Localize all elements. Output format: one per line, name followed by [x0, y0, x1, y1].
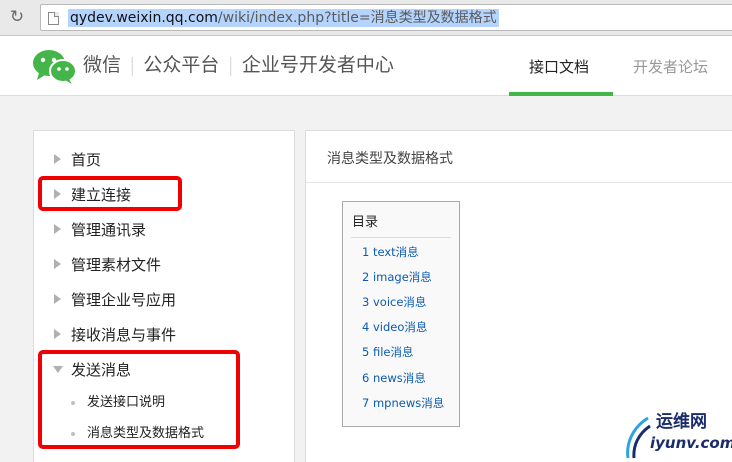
tab-docs[interactable]: 接口文档	[529, 56, 589, 78]
address-bar[interactable]: qydev.weixin.qq.com/wiki/index.php?title…	[40, 4, 732, 31]
sidebar-item-contacts[interactable]: 管理通讯录	[34, 217, 294, 243]
toc-link-file[interactable]: 5 file消息	[362, 344, 414, 360]
sidebar-item-label: 接收消息与事件	[71, 326, 177, 344]
toc-link-video[interactable]: 4 video消息	[362, 319, 427, 335]
watermark: 运维网 iyunv.com	[616, 410, 732, 462]
toc-link-text[interactable]: 1 text消息	[362, 244, 419, 260]
reload-icon[interactable]: ↻	[6, 6, 28, 28]
expand-arrow-icon	[54, 154, 61, 164]
highlight-box-send	[38, 350, 240, 449]
browser-toolbar: ↻ qydev.weixin.qq.com/wiki/index.php?tit…	[0, 0, 732, 36]
page-title: 消息类型及数据格式	[327, 151, 453, 167]
toc-link-news[interactable]: 6 news消息	[362, 370, 426, 386]
expand-arrow-icon	[54, 294, 61, 304]
divider	[351, 237, 451, 238]
page-icon	[48, 12, 59, 25]
brand-separator: |	[129, 54, 136, 76]
watermark-line2: iyunv.com	[650, 434, 732, 452]
sidebar: 首页 建立连接 管理通讯录 管理素材文件 管理企业号应用 接收消息与事件 发送消…	[33, 130, 295, 462]
toc-title: 目录	[352, 215, 379, 230]
watermark-line1: 运维网	[656, 412, 707, 432]
toc-link-mpnews[interactable]: 7 mpnews消息	[362, 395, 444, 411]
sidebar-item-home[interactable]: 首页	[34, 147, 294, 173]
expand-arrow-icon	[54, 224, 61, 234]
brand-enterprise[interactable]: 企业号开发者中心	[242, 54, 394, 76]
brand-separator: |	[227, 54, 234, 76]
sidebar-item-receive[interactable]: 接收消息与事件	[34, 322, 294, 348]
brand-platform[interactable]: 公众平台	[143, 54, 219, 76]
sidebar-item-label: 管理素材文件	[71, 256, 162, 274]
sidebar-item-media[interactable]: 管理素材文件	[34, 252, 294, 278]
site-header: 微信 | 公众平台 | 企业号开发者中心 接口文档 开发者论坛	[0, 36, 732, 96]
url-text[interactable]: qydev.weixin.qq.com/wiki/index.php?title…	[68, 9, 499, 27]
brand-title: 微信 | 公众平台 | 企业号开发者中心	[83, 52, 394, 78]
brand-wechat: 微信	[83, 54, 122, 76]
toc-link-image[interactable]: 2 image消息	[362, 269, 432, 285]
tab-forum[interactable]: 开发者论坛	[633, 56, 708, 78]
highlight-box-connect	[38, 176, 182, 211]
active-tab-indicator	[509, 92, 613, 96]
toc-link-voice[interactable]: 3 voice消息	[362, 294, 426, 310]
divider	[306, 182, 732, 183]
table-of-contents: 目录 1 text消息 2 image消息 3 voice消息 4 video消…	[342, 201, 460, 427]
sidebar-item-label: 首页	[71, 151, 102, 169]
url-path: /wiki/index.php?title=消息类型及数据格式	[217, 10, 497, 26]
sidebar-item-label: 管理通讯录	[71, 221, 147, 239]
expand-arrow-icon	[54, 329, 61, 339]
sidebar-item-label: 管理企业号应用	[71, 291, 177, 309]
expand-arrow-icon	[54, 259, 61, 269]
sidebar-item-apps[interactable]: 管理企业号应用	[34, 287, 294, 313]
wechat-logo-icon[interactable]	[31, 48, 77, 84]
url-host: qydev.weixin.qq.com	[70, 10, 218, 26]
